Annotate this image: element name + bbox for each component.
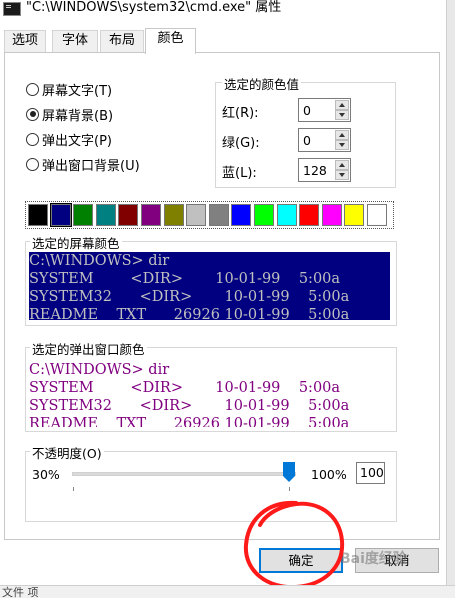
radio-screen-background[interactable]: 屏幕背景(B) [26,104,113,124]
red-value[interactable]: 0 [303,103,311,118]
radio-label: 弹出窗口背景(U) [42,158,140,174]
radio-label: 屏幕背景(B) [42,108,114,124]
color-swatch[interactable] [95,204,116,226]
color-swatch[interactable] [231,204,252,226]
spin-down-icon[interactable] [335,140,349,150]
blue-value[interactable]: 128 [303,163,327,178]
opacity-group: 不透明度(O) [25,443,397,522]
spin-up-icon[interactable] [335,100,349,110]
color-swatch[interactable] [276,204,297,226]
radio-screen-text[interactable]: 屏幕文字(T) [26,79,112,99]
preview-line: SYSTEM <DIR> 10-01-99 5:00a [29,271,341,287]
tab-strip: 选项 字体 布局 颜色 [0,28,446,54]
preview-line: README TXT 26926 10-01-99 5:00a [29,416,350,427]
spin-down-icon[interactable] [335,110,349,120]
preview-line: README TXT 26926 10-01-99 5:00a [29,307,350,320]
title-bar: "C:\WINDOWS\system32\cmd.exe" 属性 [0,0,455,22]
color-swatch[interactable] [73,204,94,226]
group-label: 选定的屏幕颜色 [30,233,122,252]
blue-label: 蓝(L): [222,166,257,181]
color-swatch[interactable] [321,204,342,226]
radio-button-icon[interactable] [26,157,39,171]
opacity-slider-track[interactable] [72,472,296,476]
color-swatch[interactable] [299,204,320,226]
color-swatch[interactable] [366,204,387,226]
group-label: 不透明度(O) [30,443,104,462]
color-swatch[interactable] [186,204,207,226]
preview-line: SYSTEM32 <DIR> 10-01-99 5:00a [29,289,350,305]
status-bar: 文件 项 [0,585,455,598]
color-swatch[interactable] [140,204,161,226]
group-label: 选定的弹出窗口颜色 [30,339,147,358]
opacity-value-field[interactable]: 100 [356,462,385,484]
screen-color-preview: C:\WINDOWS> dir SYSTEM <DIR> 10-01-99 5:… [29,252,390,320]
color-swatch[interactable] [163,204,184,226]
radio-button-icon[interactable] [26,82,39,96]
preview-line: C:\WINDOWS> dir [29,253,170,269]
radio-button-checked-icon[interactable] [26,107,39,121]
tab-layout[interactable]: 布局 [100,30,144,53]
green-spinbox[interactable]: 0 [298,128,351,152]
preview-line: SYSTEM32 <DIR> 10-01-99 5:00a [29,398,350,414]
cmd-app-icon [3,2,21,16]
background-window-edge [446,0,455,585]
ok-button[interactable]: 确定 [259,548,343,573]
spin-up-icon[interactable] [335,160,349,170]
red-spinbox[interactable]: 0 [298,98,351,122]
blue-spinbox[interactable]: 128 [298,158,351,182]
opacity-max-label: 100% [311,467,347,482]
color-swatch[interactable] [208,204,229,226]
popup-color-preview: C:\WINDOWS> dir SYSTEM <DIR> 10-01-99 5:… [29,361,390,427]
color-palette [25,201,394,229]
tab-font[interactable]: 字体 [52,30,98,53]
opacity-min-label: 30% [32,467,60,482]
red-label: 红(R): [222,106,259,121]
color-swatch[interactable] [344,204,365,226]
spin-up-icon[interactable] [335,130,349,140]
tab-options[interactable]: 选项 [4,30,46,53]
group-label: 选定的颜色值 [222,74,302,93]
radio-button-icon[interactable] [26,132,39,146]
radio-popup-background[interactable]: 弹出窗口背景(U) [26,154,140,174]
radio-label: 屏幕文字(T) [42,83,113,99]
color-swatch[interactable] [118,204,139,226]
tab-colors[interactable]: 颜色 [145,28,196,54]
color-swatch[interactable] [253,204,274,226]
color-swatch[interactable] [28,204,48,226]
green-label: 绿(G): [222,136,260,151]
window-title: "C:\WINDOWS\system32\cmd.exe" 属性 [26,0,282,15]
slider-tick [289,487,290,491]
radio-label: 弹出文字(P) [42,133,112,149]
slider-tick [73,487,74,491]
spin-down-icon[interactable] [335,170,349,180]
color-swatch[interactable] [49,203,72,227]
preview-line: SYSTEM <DIR> 10-01-99 5:00a [29,380,341,396]
baidu-watermark: Bai度经验 [340,551,407,567]
preview-line: C:\WINDOWS> dir [29,362,170,378]
radio-popup-text[interactable]: 弹出文字(P) [26,129,112,149]
green-value[interactable]: 0 [303,133,311,148]
